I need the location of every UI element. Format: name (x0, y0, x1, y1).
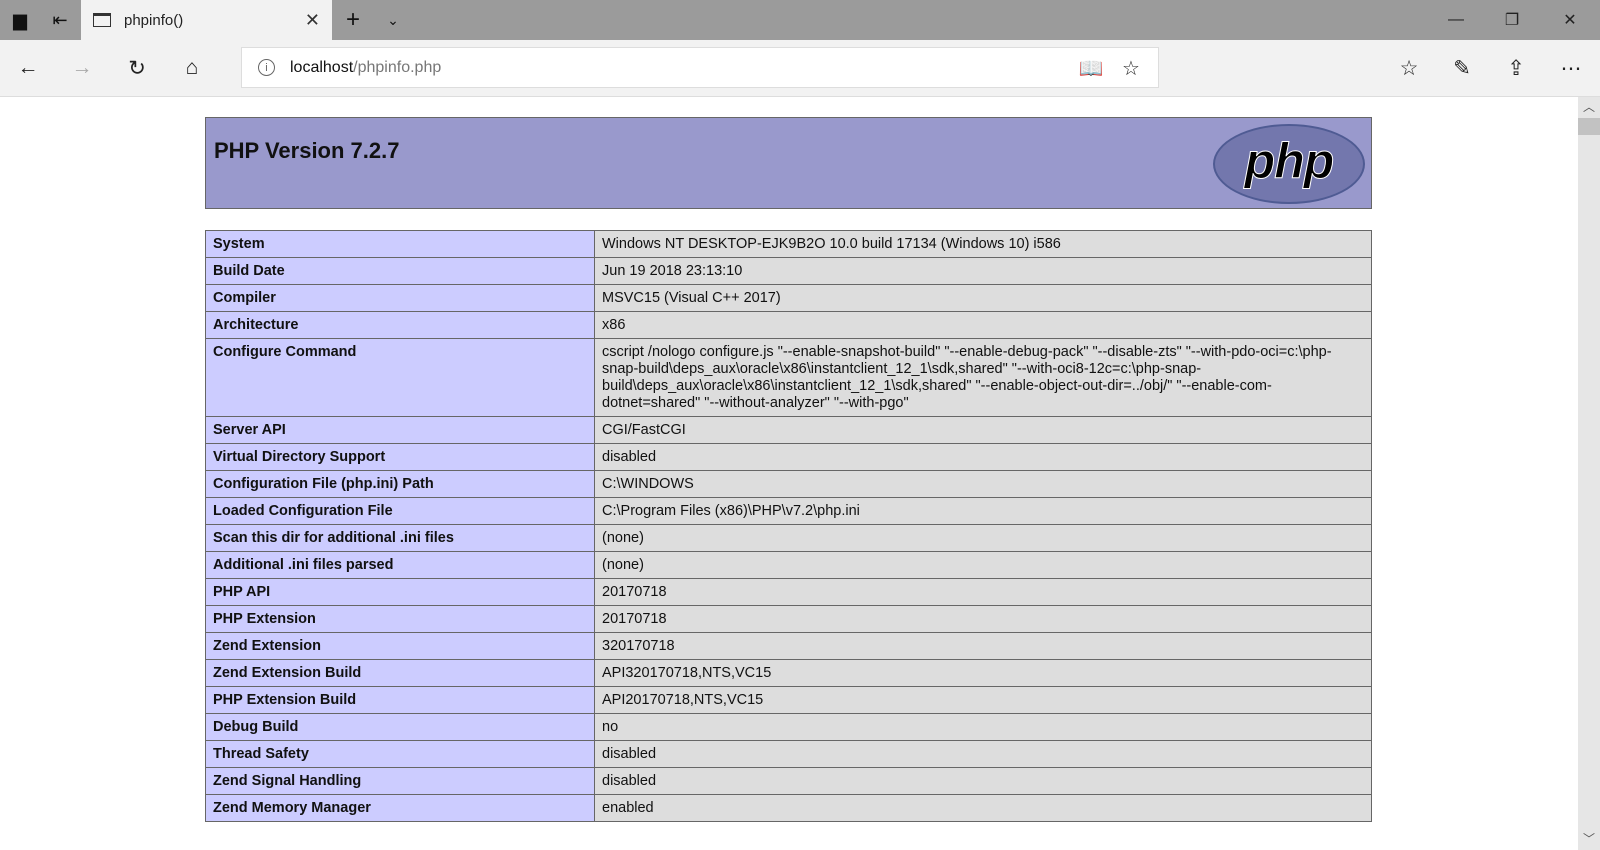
new-tab-icon[interactable]: + (333, 0, 373, 40)
table-row: Zend Extension320170718 (206, 633, 1372, 660)
row-value: API20170718,NTS,VC15 (595, 687, 1372, 714)
row-key: Scan this dir for additional .ini files (206, 525, 595, 552)
table-row: PHP API20170718 (206, 579, 1372, 606)
row-value: enabled (595, 795, 1372, 822)
row-value: Jun 19 2018 23:13:10 (595, 258, 1372, 285)
table-row: Scan this dir for additional .ini files(… (206, 525, 1372, 552)
table-row: SystemWindows NT DESKTOP-EJK9B2O 10.0 bu… (206, 231, 1372, 258)
restore-icon[interactable]: ❐ (1484, 0, 1540, 40)
page-title: PHP Version 7.2.7 (214, 138, 399, 164)
row-key: Architecture (206, 312, 595, 339)
scroll-thumb[interactable] (1578, 118, 1600, 135)
row-key: Zend Signal Handling (206, 768, 595, 795)
home-icon[interactable]: ⌂ (167, 40, 217, 96)
row-value: disabled (595, 768, 1372, 795)
refresh-icon[interactable]: ↻ (112, 40, 162, 96)
close-tab-icon[interactable]: ✕ (305, 10, 320, 31)
row-key: Loaded Configuration File (206, 498, 595, 525)
reading-view-icon[interactable]: 📖 (1074, 48, 1108, 88)
row-key: Configure Command (206, 339, 595, 417)
table-row: Thread Safetydisabled (206, 741, 1372, 768)
row-key: Debug Build (206, 714, 595, 741)
row-key: Thread Safety (206, 741, 595, 768)
info-table: SystemWindows NT DESKTOP-EJK9B2O 10.0 bu… (205, 230, 1372, 822)
row-key: PHP Extension Build (206, 687, 595, 714)
minimize-icon[interactable]: — (1428, 0, 1484, 40)
row-value: cscript /nologo configure.js "--enable-s… (595, 339, 1372, 417)
favorites-list-icon[interactable]: ☆ (1384, 40, 1434, 96)
row-value: x86 (595, 312, 1372, 339)
table-row: CompilerMSVC15 (Visual C++ 2017) (206, 285, 1372, 312)
row-key: Zend Extension (206, 633, 595, 660)
row-value: API320170718,NTS,VC15 (595, 660, 1372, 687)
set-tabs-aside-icon[interactable]: ⇤ (40, 0, 80, 40)
row-key: Virtual Directory Support (206, 444, 595, 471)
info-icon[interactable]: i (258, 59, 275, 76)
nav-bar: ← → ↻ ⌂ i localhost/phpinfo.php 📖 ☆ ☆ ✎ … (0, 40, 1600, 97)
row-value: 20170718 (595, 579, 1372, 606)
row-value: no (595, 714, 1372, 741)
table-row: PHP Extension BuildAPI20170718,NTS,VC15 (206, 687, 1372, 714)
share-icon[interactable]: ⇪ (1491, 40, 1541, 96)
php-logo-text: php (1245, 132, 1334, 190)
row-value: MSVC15 (Visual C++ 2017) (595, 285, 1372, 312)
tab-preview-chevron-icon[interactable]: ⌄ (373, 0, 413, 40)
table-row: Configuration File (php.ini) PathC:\WIND… (206, 471, 1372, 498)
back-icon[interactable]: ← (3, 40, 53, 96)
url-path: /phpinfo.php (353, 59, 441, 77)
page-icon (93, 13, 111, 27)
address-bar[interactable]: i localhost/phpinfo.php 📖 ☆ (241, 47, 1159, 88)
tab-phpinfo[interactable]: phpinfo() ✕ (81, 0, 332, 40)
table-row: Architecturex86 (206, 312, 1372, 339)
row-value: (none) (595, 525, 1372, 552)
row-key: Configuration File (php.ini) Path (206, 471, 595, 498)
row-key: System (206, 231, 595, 258)
php-header: PHP Version 7.2.7 php (205, 117, 1372, 209)
row-key: Server API (206, 417, 595, 444)
row-key: Build Date (206, 258, 595, 285)
close-window-icon[interactable]: ✕ (1542, 0, 1598, 40)
row-value: CGI/FastCGI (595, 417, 1372, 444)
row-key: PHP Extension (206, 606, 595, 633)
table-row: Debug Buildno (206, 714, 1372, 741)
scroll-up-icon[interactable]: ︿ (1578, 97, 1600, 117)
table-row: Zend Signal Handlingdisabled (206, 768, 1372, 795)
row-key: Zend Memory Manager (206, 795, 595, 822)
pen-icon[interactable]: ✎ (1437, 40, 1487, 96)
table-row: PHP Extension20170718 (206, 606, 1372, 633)
row-key: Compiler (206, 285, 595, 312)
row-value: C:\WINDOWS (595, 471, 1372, 498)
php-logo[interactable]: php (1213, 124, 1365, 204)
row-value: 320170718 (595, 633, 1372, 660)
row-key: Zend Extension Build (206, 660, 595, 687)
tab-title: phpinfo() (124, 12, 183, 29)
table-row: Configure Commandcscript /nologo configu… (206, 339, 1372, 417)
url-host: localhost (290, 59, 353, 77)
table-row: Virtual Directory Supportdisabled (206, 444, 1372, 471)
more-icon[interactable]: ⋯ (1546, 40, 1596, 96)
table-row: Build DateJun 19 2018 23:13:10 (206, 258, 1372, 285)
favorite-star-icon[interactable]: ☆ (1114, 48, 1148, 88)
table-row: Zend Extension BuildAPI320170718,NTS,VC1… (206, 660, 1372, 687)
tab-bar: ▆ ⇤ phpinfo() ✕ + ⌄ — ❐ ✕ (0, 0, 1600, 40)
row-value: 20170718 (595, 606, 1372, 633)
row-value: disabled (595, 741, 1372, 768)
row-key: PHP API (206, 579, 595, 606)
row-value: disabled (595, 444, 1372, 471)
tab-manager-icon[interactable]: ▆ (0, 0, 40, 40)
row-value: (none) (595, 552, 1372, 579)
row-value: Windows NT DESKTOP-EJK9B2O 10.0 build 17… (595, 231, 1372, 258)
table-row: Loaded Configuration FileC:\Program File… (206, 498, 1372, 525)
table-row: Additional .ini files parsed(none) (206, 552, 1372, 579)
row-value: C:\Program Files (x86)\PHP\v7.2\php.ini (595, 498, 1372, 525)
scroll-down-icon[interactable]: ﹀ (1578, 830, 1600, 850)
forward-icon[interactable]: → (57, 40, 107, 96)
scrollbar[interactable]: ︿ ﹀ (1578, 97, 1600, 850)
table-row: Zend Memory Managerenabled (206, 795, 1372, 822)
table-row: Server APICGI/FastCGI (206, 417, 1372, 444)
row-key: Additional .ini files parsed (206, 552, 595, 579)
